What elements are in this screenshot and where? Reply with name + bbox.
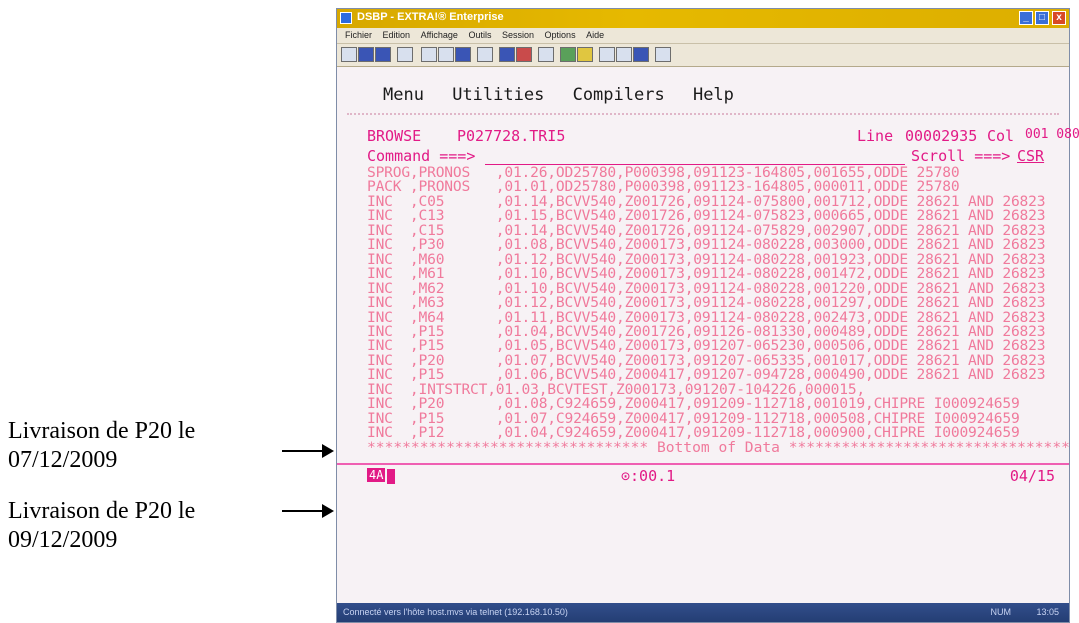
cut-icon[interactable] bbox=[421, 47, 437, 62]
response-timer: ⊙:00.1 bbox=[621, 467, 676, 485]
menu-edition[interactable]: Edition bbox=[383, 28, 411, 43]
annotation-1-line1: Livraison de P20 le bbox=[8, 418, 196, 444]
annotation-2: Livraison de P20 le 09/12/2009 bbox=[8, 497, 195, 555]
save-icon[interactable] bbox=[375, 47, 391, 62]
menu-separator bbox=[347, 113, 1059, 115]
clock: 13:05 bbox=[1036, 607, 1059, 617]
menu-affichage[interactable]: Affichage bbox=[421, 28, 458, 43]
ispf-menu-compilers[interactable]: Compilers bbox=[573, 85, 665, 105]
emulator-window: DSBP - EXTRA!® Enterprise _ □ x Fichier … bbox=[336, 8, 1079, 623]
command-label: Command ===> bbox=[367, 147, 476, 165]
browse-mode-label: BROWSE bbox=[367, 127, 422, 145]
dataset-name: P027728.TRI5 bbox=[457, 127, 566, 145]
menu-outils[interactable]: Outils bbox=[468, 28, 491, 43]
bottom-of-data-marker: ******************************** Bottom … bbox=[367, 439, 1070, 456]
cursor-position: 04/15 bbox=[1009, 467, 1055, 485]
menu-options[interactable]: Options bbox=[545, 28, 576, 43]
scroll-amount-field[interactable]: CSR bbox=[1017, 147, 1044, 165]
macro-icon[interactable] bbox=[560, 47, 576, 62]
ispf-menu-help[interactable]: Help bbox=[693, 85, 734, 105]
minimize-button[interactable]: _ bbox=[1019, 11, 1033, 25]
window-title: DSBP - EXTRA!® Enterprise bbox=[357, 11, 504, 23]
ispf-menu-utilities[interactable]: Utilities bbox=[452, 85, 544, 105]
record-icon[interactable] bbox=[577, 47, 593, 62]
ispf-menu-menu[interactable]: Menu bbox=[383, 85, 424, 105]
annotation-2-line2: 09/12/2009 bbox=[8, 527, 118, 553]
col-range: 001 080 bbox=[1025, 127, 1079, 142]
session-indicator: 4A bbox=[367, 468, 386, 482]
cursor-block bbox=[387, 469, 395, 484]
toolbar bbox=[337, 44, 1069, 67]
open-icon[interactable] bbox=[358, 47, 374, 62]
menu-fichier[interactable]: Fichier bbox=[345, 28, 372, 43]
title-bar[interactable]: DSBP - EXTRA!® Enterprise _ □ x bbox=[337, 9, 1069, 28]
annotation-1: Livraison de P20 le 07/12/2009 bbox=[8, 417, 195, 475]
maximize-button[interactable]: □ bbox=[1035, 11, 1049, 25]
keyboard-icon[interactable] bbox=[477, 47, 493, 62]
menu-session[interactable]: Session bbox=[502, 28, 534, 43]
line-label: Line bbox=[857, 127, 894, 145]
annotation-2-arrow-icon bbox=[282, 504, 334, 518]
connect-icon[interactable] bbox=[499, 47, 515, 62]
command-input[interactable] bbox=[485, 147, 905, 165]
connection-status: Connecté vers l'hôte host.mvs via telnet… bbox=[343, 607, 568, 617]
annotation-1-line2: 07/12/2009 bbox=[8, 447, 118, 473]
display-icon[interactable] bbox=[633, 47, 649, 62]
transfer-receive-icon[interactable] bbox=[616, 47, 632, 62]
print-icon[interactable] bbox=[397, 47, 413, 62]
annotation-1-arrow-icon bbox=[282, 444, 334, 458]
paste-icon[interactable] bbox=[455, 47, 471, 62]
oia-separator bbox=[337, 463, 1069, 465]
num-lock-indicator: NUM bbox=[990, 607, 1012, 617]
menu-aide[interactable]: Aide bbox=[586, 28, 604, 43]
help-icon[interactable] bbox=[655, 47, 671, 62]
transfer-send-icon[interactable] bbox=[599, 47, 615, 62]
scroll-label: Scroll ===> bbox=[911, 147, 1011, 165]
ispf-menu-bar: Menu Utilities Compilers Help bbox=[383, 85, 752, 105]
line-number: 00002935 bbox=[905, 127, 978, 145]
app-icon bbox=[340, 12, 352, 24]
menu-bar: Fichier Edition Affichage Outils Session… bbox=[337, 28, 1069, 44]
annotation-2-line1: Livraison de P20 le bbox=[8, 498, 196, 524]
col-label: Col bbox=[987, 127, 1015, 145]
settings-icon[interactable] bbox=[538, 47, 554, 62]
close-button[interactable]: x bbox=[1052, 11, 1066, 25]
operator-information-area: 4A ⊙:00.1 04/15 bbox=[337, 467, 1069, 487]
status-bar: Connecté vers l'hôte host.mvs via telnet… bbox=[337, 603, 1069, 622]
disconnect-icon[interactable] bbox=[516, 47, 532, 62]
copy-icon[interactable] bbox=[438, 47, 454, 62]
new-session-icon[interactable] bbox=[341, 47, 357, 62]
